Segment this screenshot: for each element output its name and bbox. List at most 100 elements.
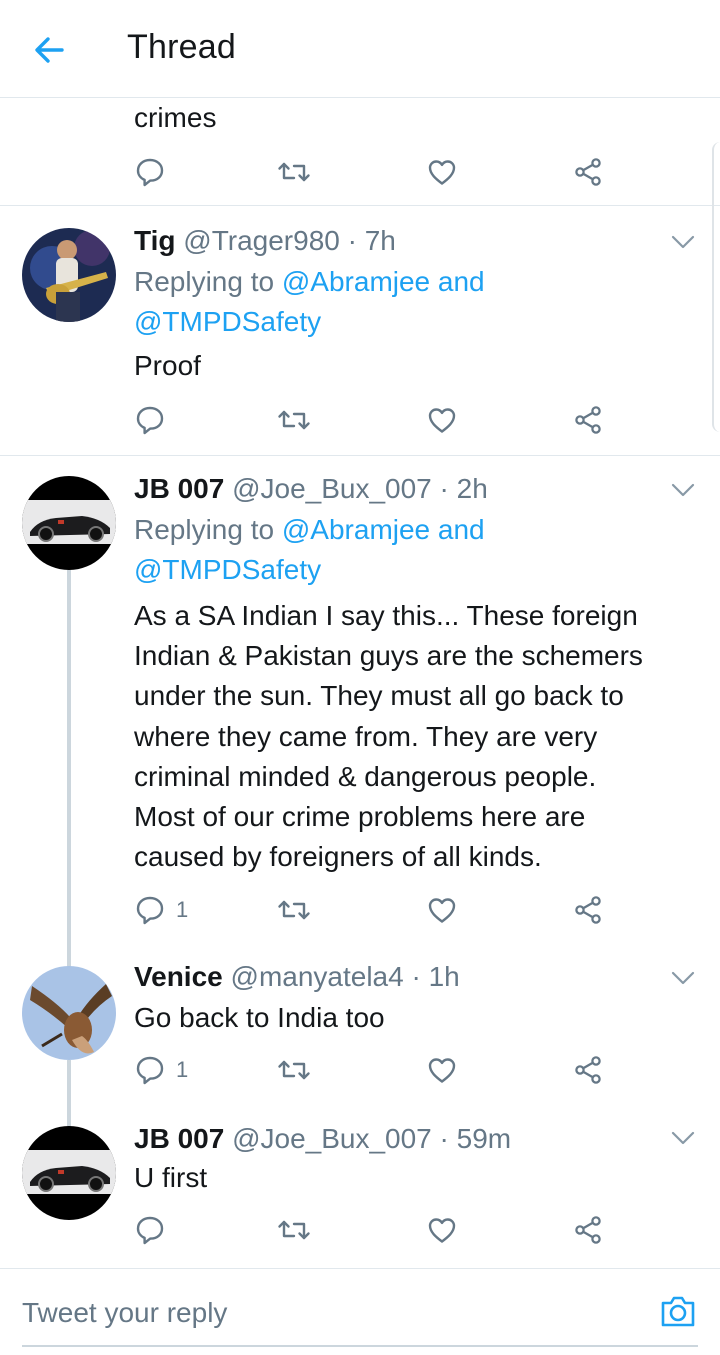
input-underline [22, 1345, 698, 1347]
like-button[interactable] [426, 402, 458, 438]
reply-button[interactable] [134, 1212, 166, 1248]
mention-link[interactable]: @Abramjee and [282, 514, 485, 545]
reply-input[interactable]: Tweet your reply [22, 1297, 227, 1329]
avatar[interactable] [22, 476, 116, 570]
comment-icon [134, 156, 166, 188]
heart-icon [426, 1214, 458, 1246]
replying-to-label: Replying to [134, 266, 282, 297]
share-icon [572, 156, 604, 188]
heart-icon [426, 404, 458, 436]
tweet-actions [134, 402, 614, 438]
tweet-text: Proof [134, 350, 201, 381]
text-line: under the sun. They must all go back to [134, 680, 624, 712]
text-line: Indian & Pakistan guys are the schemers [134, 640, 643, 672]
share-button[interactable] [572, 1212, 604, 1248]
camera-icon[interactable] [658, 1291, 698, 1331]
author-handle[interactable]: @Joe_Bux_007 [232, 473, 432, 504]
chevron-down-icon[interactable] [670, 234, 696, 250]
separator: · [403, 961, 429, 992]
author-handle[interactable]: @Joe_Bux_007 [232, 1123, 432, 1154]
reply-button[interactable] [134, 154, 166, 190]
replying-to: Replying to @Abramjee and [134, 262, 485, 302]
like-button[interactable] [426, 1212, 458, 1248]
reply-button[interactable] [134, 402, 166, 438]
tweet[interactable]: JB 007 @Joe_Bux_007 · 2h Replying to @Ab… [0, 456, 720, 946]
tweet-header: Venice @manyatela4 · 1h [134, 960, 460, 994]
mention-link[interactable]: @TMPDSafety [134, 554, 321, 585]
mention-link[interactable]: @TMPDSafety [134, 306, 321, 337]
like-button[interactable] [426, 154, 458, 190]
timestamp: 7h [364, 225, 396, 256]
heart-icon [426, 1054, 458, 1086]
replying-to-label: Replying to [134, 514, 282, 545]
text-line: where they came from. They are very [134, 720, 598, 752]
tweet-actions: 1 [134, 892, 614, 928]
retweet-icon [276, 156, 312, 188]
share-icon [572, 404, 604, 436]
chevron-down-icon[interactable] [670, 482, 696, 498]
share-button[interactable] [572, 154, 604, 190]
share-icon [572, 1214, 604, 1246]
like-button[interactable] [426, 892, 458, 928]
author-name[interactable]: JB 007 [134, 1123, 224, 1154]
tweet-text: As a SA Indian I say this... These forei… [134, 596, 704, 877]
share-button[interactable] [572, 1052, 604, 1088]
retweet-button[interactable] [276, 1052, 312, 1088]
retweet-button[interactable] [276, 1212, 312, 1248]
timestamp: 59m [456, 1123, 512, 1154]
avatar[interactable] [22, 228, 116, 322]
comment-icon [134, 894, 166, 926]
chevron-down-icon[interactable] [670, 1130, 696, 1146]
heart-icon [426, 156, 458, 188]
comment-icon [134, 1054, 166, 1086]
author-name[interactable]: Tig [134, 225, 175, 256]
tweet-text: Go back to India too [134, 1002, 385, 1033]
retweet-button[interactable] [276, 402, 312, 438]
timestamp: 1h [428, 961, 460, 992]
retweet-icon [276, 1214, 312, 1246]
comment-icon [134, 404, 166, 436]
chevron-down-icon[interactable] [670, 970, 696, 986]
reply-count: 1 [176, 1057, 189, 1082]
retweet-icon [276, 894, 312, 926]
like-button[interactable] [426, 1052, 458, 1088]
tweet[interactable]: Venice @manyatela4 · 1h Go back to India… [0, 946, 720, 1106]
author-handle[interactable]: @manyatela4 [231, 961, 404, 992]
retweet-button[interactable] [276, 154, 312, 190]
tweet[interactable]: Tig @Trager980 · 7h Replying to @Abramje… [0, 206, 720, 456]
arrow-left-icon[interactable] [30, 28, 70, 72]
reply-composer: Tweet your reply [0, 1268, 720, 1355]
replying-to-continued: @TMPDSafety [134, 302, 321, 342]
share-icon [572, 894, 604, 926]
reply-button[interactable]: 1 [134, 892, 188, 928]
retweet-button[interactable] [276, 892, 312, 928]
heart-icon [426, 894, 458, 926]
mention-link[interactable]: @Abramjee and [282, 266, 485, 297]
tweet-actions [134, 154, 614, 190]
tweet-header: Tig @Trager980 · 7h [134, 224, 396, 258]
separator: · [431, 1123, 457, 1154]
text-line: As a SA Indian I say this... These forei… [134, 600, 638, 631]
author-handle[interactable]: @Trager980 [183, 225, 340, 256]
top-bar: Thread [0, 0, 720, 98]
tweet-text: U first [134, 1162, 208, 1193]
retweet-icon [276, 1054, 312, 1086]
tweet-actions: 1 [134, 1052, 614, 1088]
page-title: Thread [127, 28, 236, 66]
share-button[interactable] [572, 402, 604, 438]
tweet-header: JB 007 @Joe_Bux_007 · 2h [134, 472, 488, 506]
reply-button[interactable]: 1 [134, 1052, 188, 1088]
author-name[interactable]: JB 007 [134, 473, 224, 504]
author-name[interactable]: Venice [134, 961, 223, 992]
separator: · [431, 473, 457, 504]
avatar[interactable] [22, 966, 116, 1060]
tweet-header: JB 007 @Joe_Bux_007 · 59m [134, 1122, 511, 1156]
share-button[interactable] [572, 892, 604, 928]
tweet-actions [134, 1212, 614, 1248]
replying-to-continued: @TMPDSafety [134, 550, 321, 590]
tweet[interactable]: JB 007 @Joe_Bux_007 · 59m U first [0, 1106, 720, 1268]
replying-to: Replying to @Abramjee and [134, 510, 485, 550]
text-line: caused by foreigners of all kinds. [134, 841, 542, 873]
previous-tweet[interactable]: crimes [0, 98, 720, 206]
avatar[interactable] [22, 1126, 116, 1220]
